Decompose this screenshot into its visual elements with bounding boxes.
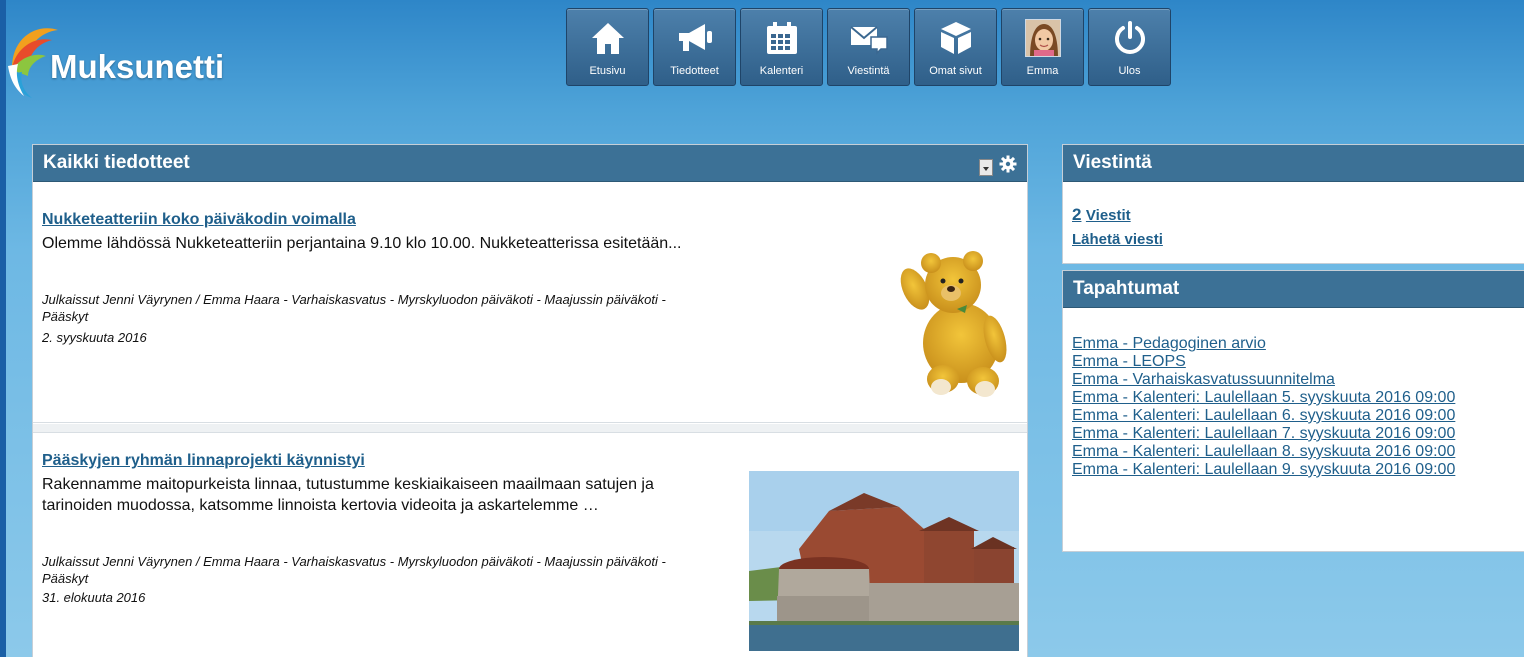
- nav-emma[interactable]: Emma: [1001, 8, 1084, 86]
- event-link[interactable]: Emma - LEOPS: [1072, 353, 1455, 371]
- announcement-excerpt: Olemme lähdössä Nukketeatteriin perjanta…: [42, 235, 682, 252]
- events-list: Emma - Pedagoginen arvio Emma - LEOPS Em…: [1072, 335, 1455, 479]
- panel-tools: [979, 155, 1017, 179]
- avatar: [1022, 17, 1064, 59]
- nav-viestinta[interactable]: Viestintä: [827, 8, 910, 86]
- announcement-title-link[interactable]: Nukketeatteriin koko päiväkodin voimalla: [42, 211, 356, 229]
- announcement-title-link[interactable]: Pääskyjen ryhmän linnaprojekti käynnisty…: [42, 452, 365, 470]
- panel-title: Viestintä: [1073, 152, 1152, 173]
- megaphone-icon: [674, 17, 716, 59]
- dropdown-button[interactable]: [979, 158, 993, 176]
- top-nav: Etusivu Tiedotteet Kalenteri Viestintä O…: [566, 8, 1171, 86]
- envelope-icon: [848, 17, 890, 59]
- nav-label: Omat sivut: [929, 65, 982, 77]
- event-link[interactable]: Emma - Kalenteri: Laulellaan 9. syyskuut…: [1072, 461, 1455, 479]
- events-header: Tapahtumat: [1063, 271, 1524, 308]
- teddy-bear-image: [900, 251, 1007, 397]
- messaging-panel: Viestintä 2 Viestit Lähetä viesti: [1062, 144, 1524, 264]
- event-link[interactable]: Emma - Kalenteri: Laulellaan 8. syyskuut…: [1072, 443, 1455, 461]
- gear-icon[interactable]: [999, 155, 1017, 179]
- article-separator: [33, 424, 1027, 433]
- app-name: Muksunetti: [50, 48, 225, 85]
- event-link[interactable]: Emma - Kalenteri: Laulellaan 7. syyskuut…: [1072, 425, 1455, 443]
- calendar-icon: [761, 17, 803, 59]
- app-logo[interactable]: Muksunetti: [6, 18, 266, 98]
- announcements-panel: Kaikki tiedotteet Nukketeatteriin koko p…: [32, 144, 1028, 657]
- event-link[interactable]: Emma - Varhaiskasvatussuunnitelma: [1072, 371, 1455, 389]
- messaging-header: Viestintä: [1063, 145, 1524, 182]
- cube-icon: [935, 17, 977, 59]
- home-icon: [587, 17, 629, 59]
- panel-title: Tapahtumat: [1073, 278, 1180, 299]
- announcement-meta: Julkaissut Jenni Väyrynen / Emma Haara -…: [42, 554, 666, 586]
- nav-label: Tiedotteet: [670, 65, 719, 77]
- message-count[interactable]: 2: [1072, 205, 1081, 224]
- announcement-meta: Julkaissut Jenni Väyrynen / Emma Haara -…: [42, 292, 666, 324]
- event-link[interactable]: Emma - Pedagoginen arvio: [1072, 335, 1455, 353]
- messages-label[interactable]: Viestit: [1086, 207, 1131, 224]
- nav-label: Etusivu: [589, 65, 626, 77]
- announcement-item: Nukketeatteriin koko päiväkodin voimalla…: [33, 191, 1027, 423]
- nav-etusivu[interactable]: Etusivu: [566, 8, 649, 86]
- announcements-header: Kaikki tiedotteet: [33, 145, 1027, 182]
- event-link[interactable]: Emma - Kalenteri: Laulellaan 6. syyskuut…: [1072, 407, 1455, 425]
- event-link[interactable]: Emma - Kalenteri: Laulellaan 5. syyskuut…: [1072, 389, 1455, 407]
- announcement-item: Pääskyjen ryhmän linnaprojekti käynnisty…: [33, 434, 1027, 657]
- nav-omat-sivut[interactable]: Omat sivut: [914, 8, 997, 86]
- nav-label: Ulos: [1118, 65, 1141, 77]
- castle-image: [749, 471, 1019, 651]
- power-icon: [1109, 17, 1151, 59]
- announcement-excerpt: Rakennamme maitopurkeista linnaa, tutust…: [42, 476, 654, 514]
- nav-ulos[interactable]: Ulos: [1088, 8, 1171, 86]
- nav-label: Viestintä: [847, 65, 890, 77]
- messages-link[interactable]: 2 Viestit: [1072, 205, 1131, 225]
- events-panel: Tapahtumat Emma - Pedagoginen arvio Emma…: [1062, 270, 1524, 552]
- panel-title: Kaikki tiedotteet: [43, 152, 190, 173]
- send-message-link[interactable]: Lähetä viesti: [1072, 231, 1163, 248]
- nav-kalenteri[interactable]: Kalenteri: [740, 8, 823, 86]
- nav-tiedotteet[interactable]: Tiedotteet: [653, 8, 736, 86]
- announcement-date: 31. elokuuta 2016: [42, 590, 146, 605]
- nav-label: Kalenteri: [759, 65, 804, 77]
- nav-label: Emma: [1026, 65, 1059, 77]
- announcement-date: 2. syyskuuta 2016: [42, 330, 147, 345]
